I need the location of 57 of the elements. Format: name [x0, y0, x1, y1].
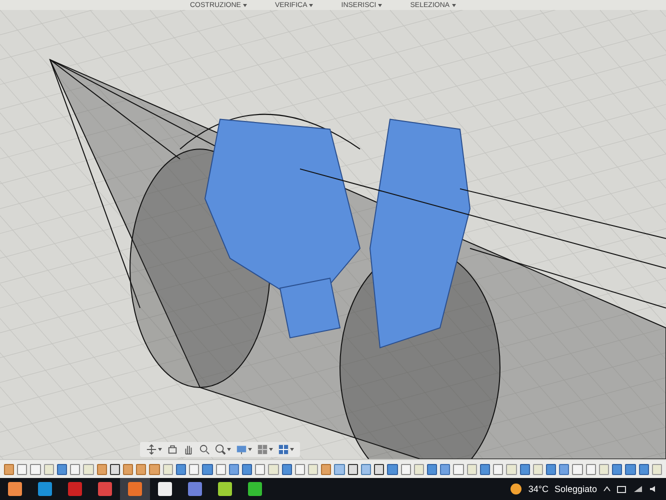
caret-icon	[309, 4, 314, 6]
toolbar-button[interactable]	[215, 444, 231, 455]
timeline-feature-icon[interactable]	[387, 464, 398, 474]
toolbar-button[interactable]	[199, 444, 210, 455]
toolbar-button[interactable]	[278, 444, 294, 455]
caret-icon	[378, 4, 382, 6]
timeline-feature-icon[interactable]	[176, 464, 186, 474]
timeline-feature-icon[interactable]	[480, 464, 490, 474]
hand-icon	[183, 444, 194, 455]
camera-icon	[167, 444, 178, 455]
timeline-feature-icon[interactable]	[520, 464, 530, 474]
orbit-icon	[146, 444, 157, 455]
app-icon	[8, 482, 22, 496]
toolbar-button[interactable]	[167, 444, 178, 455]
caret-icon	[290, 448, 294, 451]
app-icon	[248, 482, 262, 496]
app-icon	[98, 482, 112, 496]
viewports-icon	[278, 444, 289, 455]
caret-icon	[248, 448, 252, 451]
timeline-feature-icon[interactable]	[374, 464, 384, 474]
timeline-feature-icon[interactable]	[638, 464, 649, 474]
speaker-icon[interactable]	[649, 485, 658, 493]
caret-icon	[158, 448, 162, 451]
sun-icon	[510, 483, 522, 495]
timeline-feature-icon[interactable]	[110, 464, 120, 474]
battery-icon[interactable]	[617, 486, 627, 492]
zoom-icon	[199, 444, 210, 455]
timeline-feature-icon[interactable]	[348, 464, 358, 474]
app-icon	[68, 482, 82, 496]
grid-icon	[257, 444, 268, 455]
caret-icon	[242, 4, 247, 6]
timeline-feature-icon[interactable]	[625, 464, 636, 474]
app-icon	[38, 482, 52, 496]
timeline-feature-icon[interactable]	[202, 464, 212, 474]
app-icon	[218, 482, 232, 496]
toolbar-button[interactable]	[183, 444, 194, 455]
wifi-icon[interactable]	[633, 485, 643, 493]
timeline-feature-icon[interactable]	[56, 464, 68, 474]
toolbar-button[interactable]	[257, 444, 273, 455]
app-icon	[158, 482, 172, 496]
app-icon	[128, 482, 142, 496]
weather-condition-text: Soleggiato	[554, 484, 597, 494]
timeline-feature-icon[interactable]	[242, 464, 252, 474]
temperature-text: 34°C	[528, 484, 548, 494]
timeline-feature-icon[interactable]	[546, 464, 556, 474]
app-icon	[188, 482, 202, 496]
timeline-feature-icon[interactable]	[612, 464, 622, 474]
zoom-fit-icon	[215, 444, 226, 455]
toolbar-button[interactable]	[236, 444, 252, 455]
monitor-icon	[236, 444, 247, 455]
toolbar-button[interactable]	[146, 444, 162, 455]
caret-icon	[452, 4, 456, 6]
caret-icon	[269, 448, 273, 451]
timeline-feature-icon[interactable]	[427, 464, 438, 474]
chevron-up-icon[interactable]	[603, 486, 611, 492]
caret-icon	[227, 448, 231, 451]
timeline-feature-icon[interactable]	[282, 464, 292, 474]
